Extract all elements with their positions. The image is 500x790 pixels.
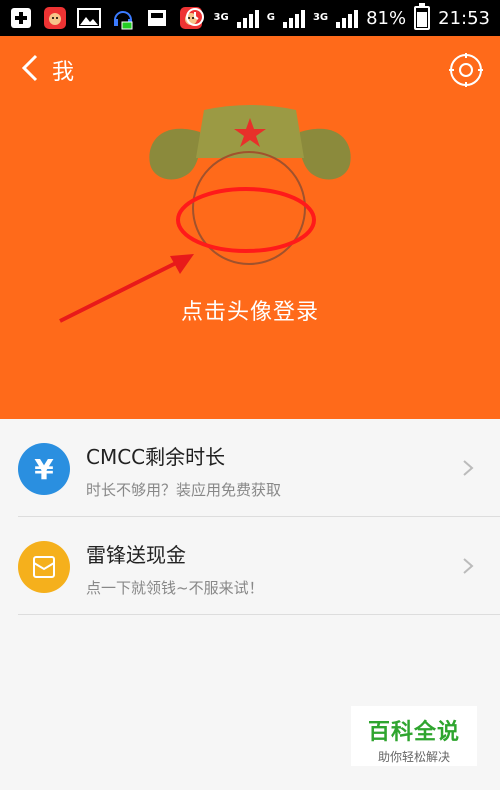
settings-icon[interactable] [448,52,484,88]
chevron-right-icon [463,460,474,476]
hat-right-flap [299,128,351,180]
back-icon[interactable] [16,52,44,84]
hat-left-flap [149,128,201,180]
login-prompt[interactable]: 点击头像登录 [0,294,500,326]
signal-icon [236,8,259,28]
app-icon [42,6,68,30]
signal-icon [282,8,305,28]
list-item-leifeng-cash[interactable]: 雷锋送现金 点一下就领钱~不服来试！ [0,517,500,615]
list-item-subtitle: 点一下就领钱~不服来试！ [86,579,264,597]
list-item-title: 雷锋送现金 [86,543,186,567]
network-type-1: 3G [213,12,229,23]
page-title: 我 [52,60,75,85]
image-icon [76,6,102,30]
list-item-title: CMCC剩余时长 [86,445,226,469]
inbox-icon [144,6,170,30]
headset-icon [110,6,136,30]
yen-icon: ¥ [18,443,70,495]
battery-icon [414,3,431,30]
divider [18,614,500,615]
network-type-3: 3G [312,12,329,23]
status-bar: 3G G 3G 81% 21:53 [0,0,500,36]
list-item-subtitle: 时长不够用？装应用免费获取 [86,481,282,499]
promo-list: ¥ CMCC剩余时长 时长不够用？装应用免费获取 雷锋送现金 点一下就领钱~不服… [0,419,500,615]
profile-header: 我 点击头像登录 [0,36,500,419]
annotation-circle [176,187,316,253]
yen-symbol: ¥ [34,452,54,486]
signal-icon [336,8,359,28]
hero-illustration [59,105,351,323]
watermark-title: 百科全说 [367,720,460,745]
chevron-right-icon [463,558,474,574]
add-icon [8,6,34,30]
list-item-cmcc-time[interactable]: ¥ CMCC剩余时长 时长不够用？装应用免费获取 [0,419,500,517]
clock: 21:53 [438,7,490,29]
watermark-subtitle: 助你轻松解决 [377,750,450,764]
watermark-badge: 百科全说 助你轻松解决 [351,706,477,766]
status-right: 3G G 3G 81% 21:53 [184,0,490,36]
alarm-icon [184,5,206,32]
network-type-2: G [266,12,275,23]
red-envelope-icon [18,541,70,593]
battery-percent: 81% [366,7,407,29]
